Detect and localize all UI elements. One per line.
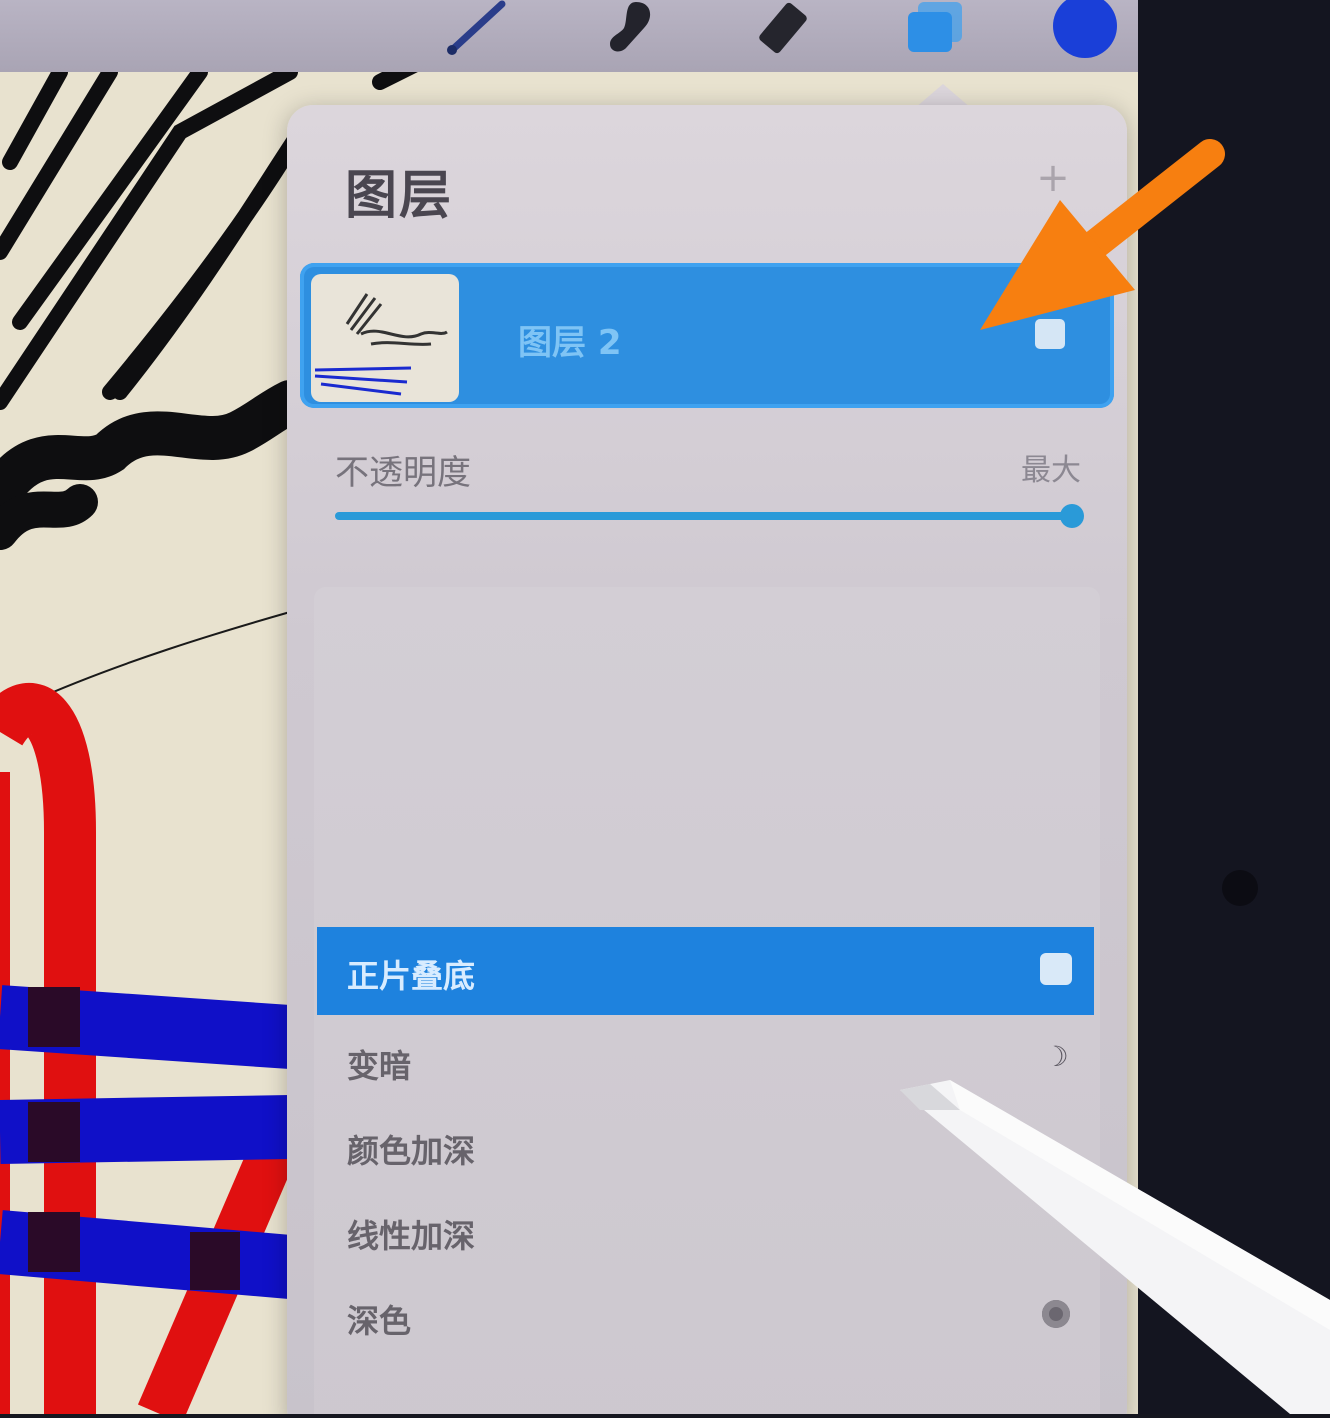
opacity-slider-track[interactable] (335, 512, 1075, 520)
annotation-arrow-icon (960, 130, 1250, 354)
checkbox-icon (1040, 953, 1072, 985)
blend-mode-multiply[interactable]: 正片叠底 (317, 927, 1094, 1015)
color-icon[interactable] (1048, 0, 1122, 60)
blend-mode-label: 变暗 (347, 1047, 412, 1085)
layer-thumbnail (311, 274, 459, 402)
brush-icon[interactable] (440, 0, 510, 60)
panel-title: 图层 (345, 166, 454, 226)
smudge-icon[interactable] (596, 0, 666, 60)
blend-mode-label: 正片叠底 (347, 957, 476, 995)
eraser-icon[interactable] (752, 0, 822, 60)
opacity-label: 不透明度 (335, 453, 471, 493)
moon-icon: ☽ (1043, 1040, 1069, 1073)
blend-mode-label: 深色 (347, 1302, 412, 1340)
blend-mode-label: 线性加深 (347, 1217, 476, 1255)
opacity-slider-thumb[interactable] (1060, 504, 1084, 528)
camera-icon (1222, 870, 1258, 906)
layer-name: 图层 2 (518, 323, 622, 363)
blend-mode-label: 颜色加深 (347, 1132, 476, 1170)
layers-icon[interactable] (902, 0, 972, 60)
opacity-value: 最大 (1021, 453, 1081, 488)
top-toolbar (0, 0, 1138, 72)
stylus-pencil (890, 1070, 1330, 1418)
